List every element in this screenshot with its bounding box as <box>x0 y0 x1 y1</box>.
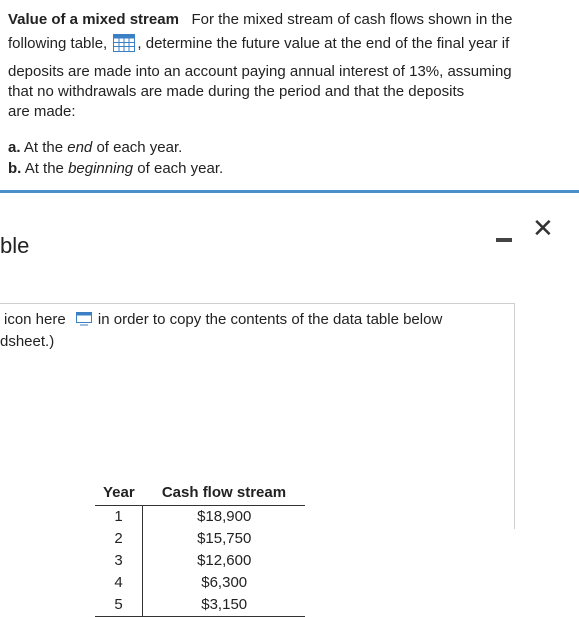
option-a-text-end: of each year. <box>96 139 183 156</box>
option-b-text: At the <box>24 160 64 177</box>
table-row: 2 $15,750 <box>95 528 305 550</box>
year-cell: 2 <box>95 528 144 550</box>
data-table-panel: icon here in order to copy the contents … <box>0 303 515 617</box>
close-button[interactable]: ✕ <box>532 213 554 243</box>
header-year: Year <box>95 481 143 506</box>
option-a-emphasis: end <box>67 139 93 156</box>
cash-flow-cell: $12,600 <box>197 552 252 569</box>
copy-instruction-text: in order to copy the contents of the dat… <box>97 311 443 328</box>
copy-instruction-line-2: dsheet.) <box>0 333 55 350</box>
option-b-letter: b. <box>8 160 22 177</box>
problem-text: following table, <box>8 35 108 52</box>
year-cell: 3 <box>95 550 144 572</box>
problem-text: , determine the future value at the end … <box>137 35 510 52</box>
problem-title: Value of a mixed stream <box>8 11 179 28</box>
header-cash-flow: Cash flow stream <box>142 481 306 506</box>
copy-instruction-text: icon here <box>4 311 66 328</box>
problem-text: For the mixed stream of cash flows shown… <box>191 11 513 28</box>
problem-line-5: are made: <box>8 103 76 120</box>
popup-title: ble <box>0 233 30 258</box>
option-b-emphasis: beginning <box>68 160 134 177</box>
data-table-popup: ble ✕ icon here in order to copy the con… <box>0 190 579 617</box>
table-row: 4 $6,300 <box>95 572 305 594</box>
minimize-button[interactable] <box>494 229 514 249</box>
cash-flow-cell: $15,750 <box>197 530 252 547</box>
cash-flow-cell: $6,300 <box>201 574 248 591</box>
copy-icon[interactable] <box>75 312 92 326</box>
table-row: 3 $12,600 <box>95 550 305 572</box>
problem-line-4: that no withdrawals are made during the … <box>8 83 465 100</box>
option-a-text: At the <box>23 139 64 156</box>
year-cell: 5 <box>95 594 144 617</box>
problem-line-2: following table, , determine the future … <box>8 34 509 54</box>
year-cell: 4 <box>95 572 144 594</box>
problem-line-3: deposits are made into an account paying… <box>8 63 512 80</box>
table-row: 5 $3,150 <box>95 594 306 617</box>
problem-line-1: Value of a mixed stream For the mixed st… <box>8 10 512 30</box>
option-b: b. At the beginning of each year. <box>8 159 223 179</box>
data-table-icon[interactable] <box>113 34 136 52</box>
table-header-row: Year Cash flow stream <box>95 481 306 506</box>
option-a-letter: a. <box>8 139 21 156</box>
option-a: a. At the end of each year. <box>8 138 182 158</box>
copy-instruction-line-1: icon here in order to copy the contents … <box>4 310 442 330</box>
option-b-text-end: of each year. <box>137 160 224 177</box>
cash-flow-table: Year Cash flow stream 1 $18,900 2 $15,750 3 $… <box>95 481 306 617</box>
cash-flow-cell: $3,150 <box>142 594 306 617</box>
